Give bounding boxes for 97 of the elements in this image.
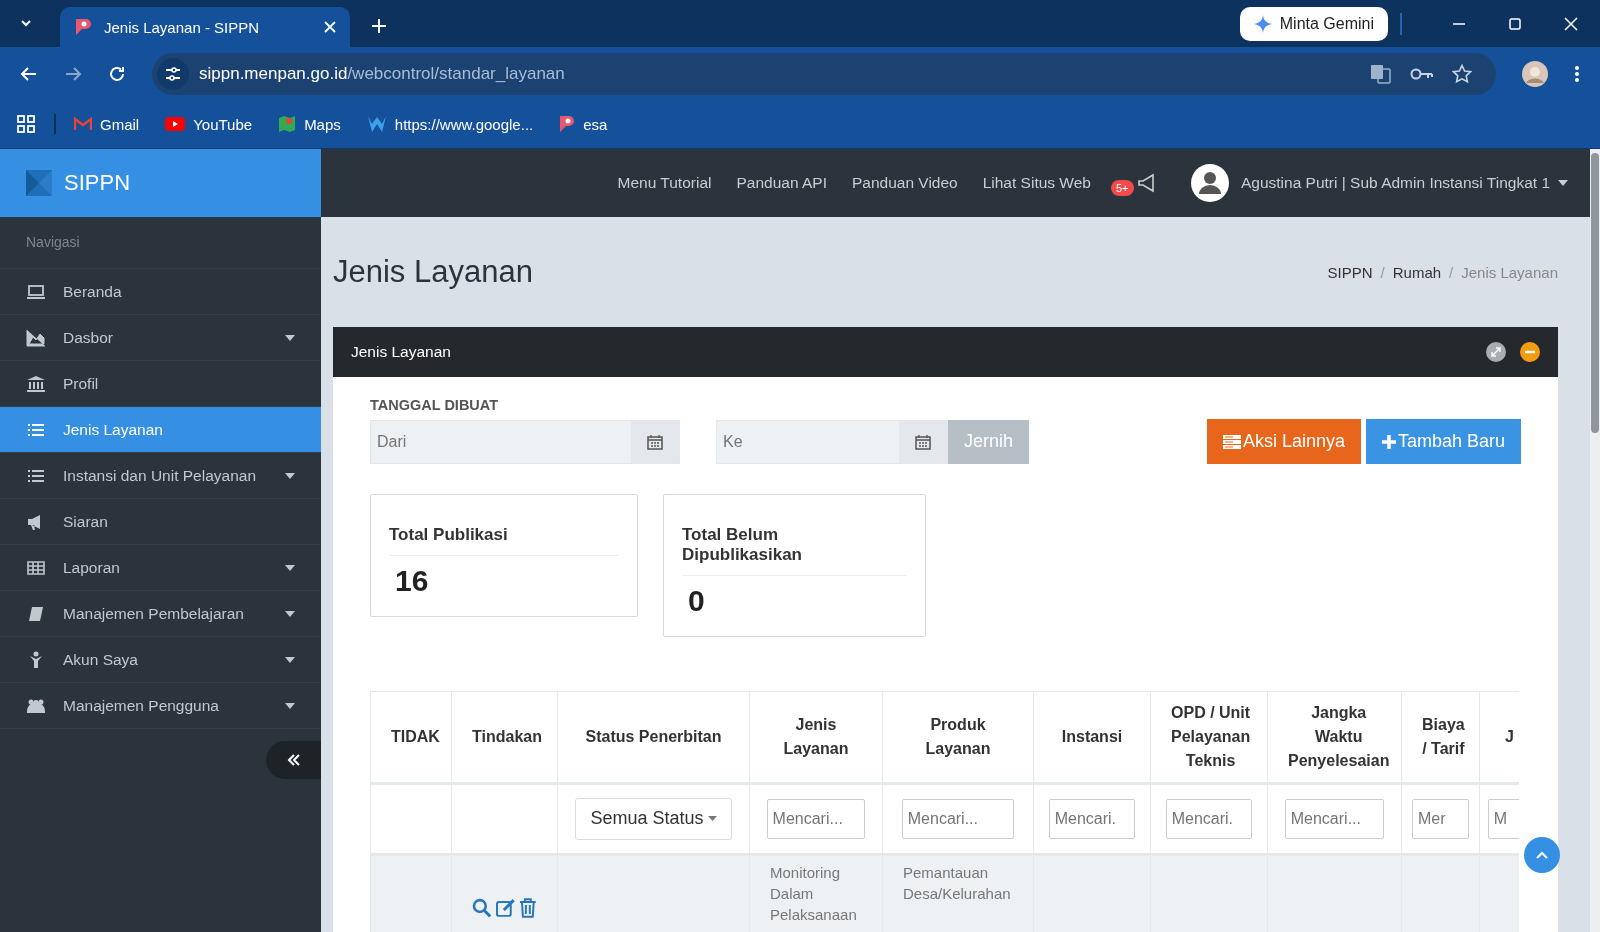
stat-label: Total Belum Dipublikasikan [682,525,907,576]
plus-icon [1381,434,1396,449]
breadcrumb-item[interactable]: SIPPN [1327,263,1373,281]
panel-title: Jenis Layanan [351,343,451,361]
sidebar-item[interactable]: Beranda [0,269,321,315]
collapse-sidebar-button[interactable] [266,741,321,779]
play-icon [165,117,186,131]
tab-title: Jenis Layanan - SIPPN [104,18,261,36]
gemini-button[interactable]: Minta Gemini [1239,7,1388,41]
sidebar-item[interactable]: Instansi dan Unit Pelayanan [0,453,321,499]
bookmark[interactable]: YouTube [165,115,253,133]
area-chart-icon [26,328,46,347]
star-icon[interactable] [1452,63,1472,84]
close-icon[interactable] [1564,17,1578,31]
column-header[interactable]: Instansi [1061,724,1123,749]
back-icon[interactable] [20,64,38,83]
column-header[interactable]: Tindakan [472,724,542,749]
breadcrumb-separator: / [1380,263,1385,281]
bookmark[interactable]: Maps [278,115,341,133]
scrollbar[interactable] [1590,149,1600,932]
date-from-field[interactable]: Dari [370,419,680,464]
mail-icon [74,117,92,131]
bookmark[interactable]: Gmail [74,115,140,133]
sidebar-item[interactable]: Akun Saya [0,637,321,683]
caret-icon[interactable] [1558,180,1568,186]
column-header[interactable]: Status Penerbitan [585,724,722,749]
reload-icon[interactable] [108,64,126,83]
nav-link[interactable]: Lihat Situs Web [982,174,1091,192]
site-settings-icon[interactable] [157,57,189,90]
profile-avatar-icon[interactable] [1522,60,1548,87]
user-menu[interactable]: Agustina Putri | Sub Admin Instansi Tingkat 1 [1240,174,1550,192]
table-icon [26,558,46,577]
logo-icon [26,170,52,196]
nav-link[interactable]: Menu Tutorial [617,174,712,192]
search-icon[interactable] [472,897,492,918]
minimize-icon[interactable] [1520,342,1540,362]
calendar-icon[interactable] [915,433,931,450]
user-avatar-icon[interactable] [1190,164,1229,202]
search-field[interactable]: Mencari... [1284,798,1385,839]
search-field[interactable]: Mencari... [766,798,866,839]
status-dropdown[interactable]: Semua Status [575,797,732,840]
filter-label: TANGGAL DIBUAT [370,397,500,413]
browser-tab[interactable]: Jenis Layanan - SIPPN [60,7,350,47]
close-icon[interactable] [324,21,336,33]
sidebar-item[interactable]: Siaran [0,499,321,545]
notification-badge: 5+ [1110,180,1134,196]
caret-icon [707,816,717,822]
stack-icon [1222,434,1241,449]
w-logo-icon [366,115,387,133]
sidebar-item[interactable]: Laporan [0,545,321,591]
url-text: sippn.menpan.go.id/webcontrol/standar_layanan [199,63,565,84]
scrollbar-thumb[interactable] [1591,153,1599,433]
trash-icon[interactable] [519,897,537,918]
pin-logo-icon [559,115,576,133]
breadcrumb-item: Jenis Layanan [1461,263,1558,281]
chevron-up-icon [1536,851,1548,859]
bookmark[interactable]: esa [559,115,608,133]
expand-icon[interactable] [1486,342,1506,362]
address-bar[interactable]: sippn.menpan.go.id/webcontrol/standar_layanan [152,52,1496,95]
date-to-field[interactable]: Ke [716,419,948,464]
forward-icon[interactable] [64,64,82,83]
calendar-icon[interactable] [647,433,663,450]
translate-icon[interactable] [1370,62,1392,85]
search-field[interactable]: Mencari... [901,798,1015,839]
sparkle-icon [1253,15,1272,33]
double-chevron-icon [286,754,301,766]
maximize-icon[interactable] [1508,17,1522,31]
brand-name: SIPPN [64,170,131,196]
more-menu-icon[interactable] [1574,64,1580,83]
column-header[interactable]: TIDAK [391,724,440,749]
sidebar-item[interactable]: Dasbor [0,315,321,361]
apps-grid-icon[interactable] [16,114,36,134]
table-cell: Monitoring Dalam Pelaksanaan [770,863,857,923]
new-tab-icon[interactable] [372,19,386,33]
map-icon [278,115,297,133]
sidebar-item[interactable]: Manajemen Pengguna [0,683,321,729]
stat-label: Total Publikasi [389,525,619,556]
book-icon [26,604,46,623]
search-field[interactable]: M [1487,798,1519,839]
table-cell: Pemantauan Desa/Kelurahan [903,863,1011,902]
breadcrumb-separator: / [1449,263,1454,281]
search-field[interactable]: Mer [1412,798,1469,839]
pin-logo-icon [74,17,92,37]
nav-link[interactable]: Panduan Video [851,174,958,192]
breadcrumb-item[interactable]: Rumah [1392,263,1442,281]
bank-icon [26,374,46,393]
page-title: Jenis Layanan [333,254,533,290]
sidebar-item[interactable]: Manajemen Pembelajaran [0,591,321,637]
stat-value: 0 [687,582,706,618]
search-field[interactable]: Mencari. [1048,798,1136,839]
nav-link[interactable]: Panduan API [736,174,827,192]
bookmark[interactable]: https://www.google... [366,115,534,133]
stat-value: 16 [394,563,430,598]
column-header[interactable]: J [1505,724,1514,749]
edit-icon[interactable] [495,897,516,918]
search-field[interactable]: Mencari. [1165,798,1253,839]
laptop-icon [26,282,46,301]
